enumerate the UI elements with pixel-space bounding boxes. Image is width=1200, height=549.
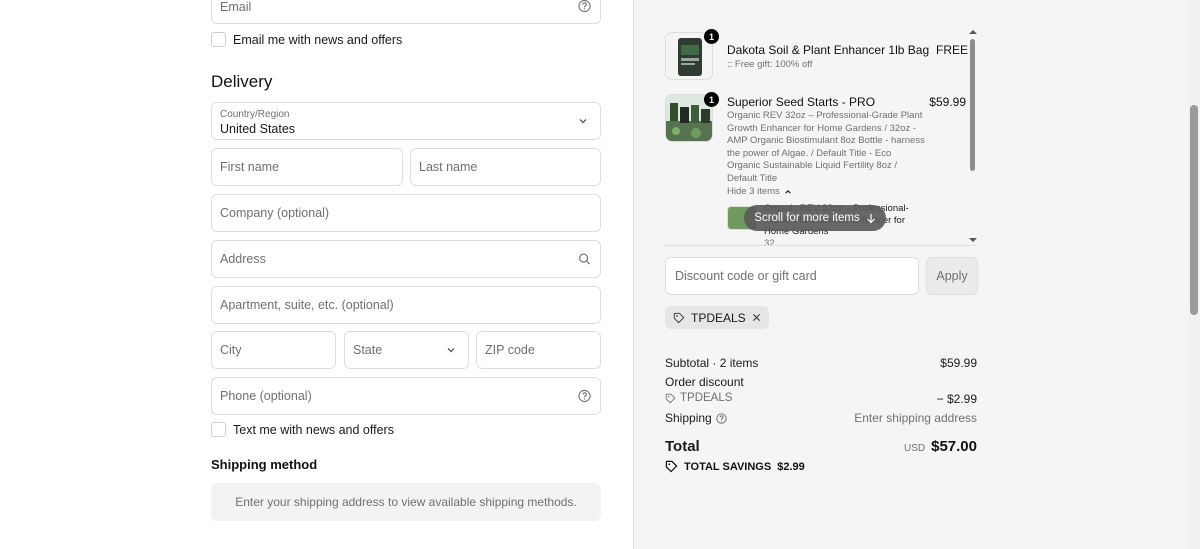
text-news-checkbox-row[interactable]: Text me with news and offers [211, 422, 394, 437]
text-news-label: Text me with news and offers [233, 422, 394, 437]
shipping-method-message: Enter your shipping address to view avai… [235, 495, 577, 509]
cart-item-title: Superior Seed Starts - PRO [727, 95, 876, 109]
tag-icon [673, 312, 685, 323]
order-discount-label: Order discount [665, 375, 744, 389]
close-icon[interactable] [752, 313, 761, 322]
address-field[interactable]: Address [211, 240, 601, 278]
page-scrollbar[interactable] [1188, 0, 1200, 549]
chevron-down-icon [447, 348, 455, 353]
help-circle-icon[interactable] [578, 0, 591, 13]
cart-item-price: FREE [935, 43, 968, 57]
discount-value: − $2.99 [936, 392, 977, 406]
country-select[interactable]: Country/Region United States [211, 102, 601, 140]
phone-placeholder: Phone (optional) [220, 389, 312, 403]
zip-placeholder: ZIP code [485, 343, 535, 357]
hide-items-label: Hide 3 items [727, 186, 780, 197]
phone-field[interactable]: Phone (optional) [211, 377, 601, 415]
chevron-up-icon [784, 189, 791, 194]
email-news-checkbox-row[interactable]: Email me with news and offers [211, 32, 402, 47]
state-select[interactable]: State [344, 331, 469, 369]
shipping-row-label: Shipping [665, 411, 727, 425]
scroll-down-arrow-icon[interactable] [968, 237, 978, 243]
variant-line: AMP Organic Biostimulant 8oz Bottle - ha… [727, 135, 925, 147]
quantity-badge: 1 [704, 29, 719, 44]
search-icon [579, 253, 591, 265]
quantity-badge: 1 [704, 92, 719, 107]
scroll-for-more-button[interactable]: Scroll for more items [744, 205, 886, 231]
currency-label: USD [903, 443, 926, 454]
discount-code-row: TPDEALS [665, 392, 732, 404]
subtotal-value: $59.99 [940, 356, 977, 370]
first-name-field[interactable]: First name [211, 148, 403, 186]
company-field[interactable]: Company (optional) [211, 194, 601, 232]
cart-scroll-thumb[interactable] [970, 39, 975, 171]
last-name-placeholder: Last name [419, 160, 478, 174]
zip-field[interactable]: ZIP code [476, 331, 601, 369]
company-placeholder: Company (optional) [220, 206, 330, 220]
page-scroll-thumb[interactable] [1190, 105, 1198, 315]
apply-discount-button[interactable]: Apply [926, 257, 978, 295]
total-value: $57.00 [931, 438, 977, 455]
city-placeholder: City [220, 343, 242, 357]
shipping-method-message-box: Enter your shipping address to view avai… [211, 483, 601, 521]
text-news-checkbox[interactable] [211, 422, 226, 437]
first-name-placeholder: First name [220, 160, 280, 174]
help-circle-icon[interactable] [578, 389, 591, 403]
discount-code-label: TPDEALS [680, 392, 733, 404]
apartment-placeholder: Apartment, suite, etc. (optional) [220, 298, 394, 312]
savings-value: $2.99 [777, 460, 805, 473]
savings-label: TOTAL SAVINGS [684, 460, 772, 473]
subtotal-label: Subtotal · 2 items [665, 356, 759, 370]
variant-line: Organic REV 32oz – Professional-Grade Pl… [727, 110, 923, 121]
total-label: Total [665, 438, 700, 455]
cart-items-scrollbar[interactable] [968, 29, 978, 243]
total-amount: USD $57.00 [904, 438, 977, 455]
discount-placeholder: Discount code or gift card [675, 269, 817, 283]
checkout-form-panel: Email Email me with news and offers Deli… [0, 0, 633, 549]
address-placeholder: Address [220, 252, 266, 266]
city-field[interactable]: City [211, 331, 336, 369]
scroll-up-arrow-icon[interactable] [968, 29, 978, 35]
applied-discount-chip: TPDEALS [665, 306, 769, 329]
arrow-down-icon [866, 213, 875, 223]
variant-line: Organic Sustainable Liquid Fertility 8oz… [727, 160, 898, 172]
last-name-field[interactable]: Last name [410, 148, 601, 186]
help-circle-icon[interactable] [716, 412, 727, 424]
email-field[interactable]: Email [211, 0, 601, 24]
shipping-label: Shipping [665, 411, 712, 425]
email-news-label: Email me with news and offers [233, 32, 403, 47]
applied-code-label: TPDEALS [691, 310, 746, 325]
cart-item-title: Dakota Soil & Plant Enhancer 1lb Bag [727, 43, 930, 57]
items-divider [664, 245, 978, 246]
tag-icon [665, 460, 678, 473]
country-label: Country/Region [220, 109, 290, 120]
variant-line: Default Title [727, 172, 778, 184]
hide-items-toggle[interactable]: Hide 3 items [727, 186, 792, 197]
order-summary-panel: 1 Dakota Soil & Plant Enhancer 1lb Bag :… [633, 0, 1188, 549]
tag-icon [665, 393, 676, 403]
variant-line: the power of Algae. / Default Title - Ec… [727, 147, 892, 159]
total-savings-row: TOTAL SAVINGS $2.99 [665, 460, 805, 473]
email-news-checkbox[interactable] [211, 32, 226, 47]
scroll-hint-label: Scroll for more items [754, 212, 860, 224]
shipping-value: Enter shipping address [854, 411, 977, 425]
shipping-method-title: Shipping method [211, 457, 318, 472]
chevron-down-icon [579, 119, 587, 124]
variant-line: Growth Enhancer for Home Gardens / 32oz … [727, 122, 917, 134]
country-value: United States [220, 122, 296, 136]
discount-code-input[interactable]: Discount code or gift card [665, 257, 919, 295]
state-placeholder: State [353, 343, 383, 357]
cart-item-subtitle: :: Free gift: 100% off [727, 59, 813, 70]
delivery-title: Delivery [211, 72, 273, 91]
apartment-field[interactable]: Apartment, suite, etc. (optional) [211, 286, 601, 324]
email-placeholder: Email [220, 0, 252, 14]
cart-item-variant-list: Organic REV 32oz – Professional-Grade Pl… [727, 110, 932, 186]
cart-item-price: $59.99 [929, 95, 966, 109]
